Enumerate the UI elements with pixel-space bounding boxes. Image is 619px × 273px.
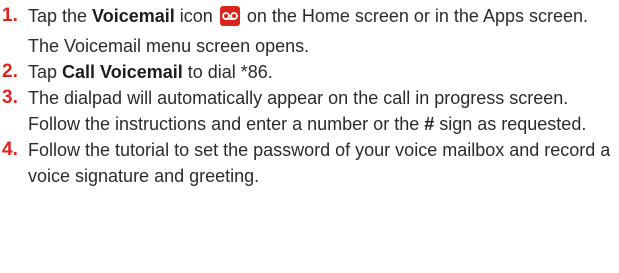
step-text: The dialpad will automatically appear on… [28, 88, 587, 134]
hash-sign-label: # [424, 114, 435, 134]
step-number: 1. [2, 5, 18, 26]
step-1: 1. Tap the Voicemail icon on the Home sc… [0, 3, 619, 59]
step-number: 4. [2, 139, 18, 160]
voicemail-label: Voicemail [92, 6, 175, 26]
voicemail-icon [219, 6, 240, 26]
step-number: 3. [2, 87, 18, 108]
call-voicemail-label: Call Voicemail [62, 62, 183, 82]
step-number: 2. [2, 61, 18, 82]
step-text: Tap the Voicemail icon on the Home scree… [28, 6, 589, 26]
step-4: 4. Follow the tutorial to set the passwo… [0, 137, 619, 189]
step-2: 2. Tap Call Voicemail to dial *86. [0, 59, 619, 85]
step-3: 3. The dialpad will automatically appear… [0, 85, 619, 137]
step-note: The Voicemail menu screen opens. [28, 36, 310, 56]
step-text: Tap Call Voicemail to dial *86. [28, 62, 273, 82]
instruction-list: 1. Tap the Voicemail icon on the Home sc… [0, 3, 619, 189]
step-text: Follow the tutorial to set the password … [28, 140, 611, 186]
